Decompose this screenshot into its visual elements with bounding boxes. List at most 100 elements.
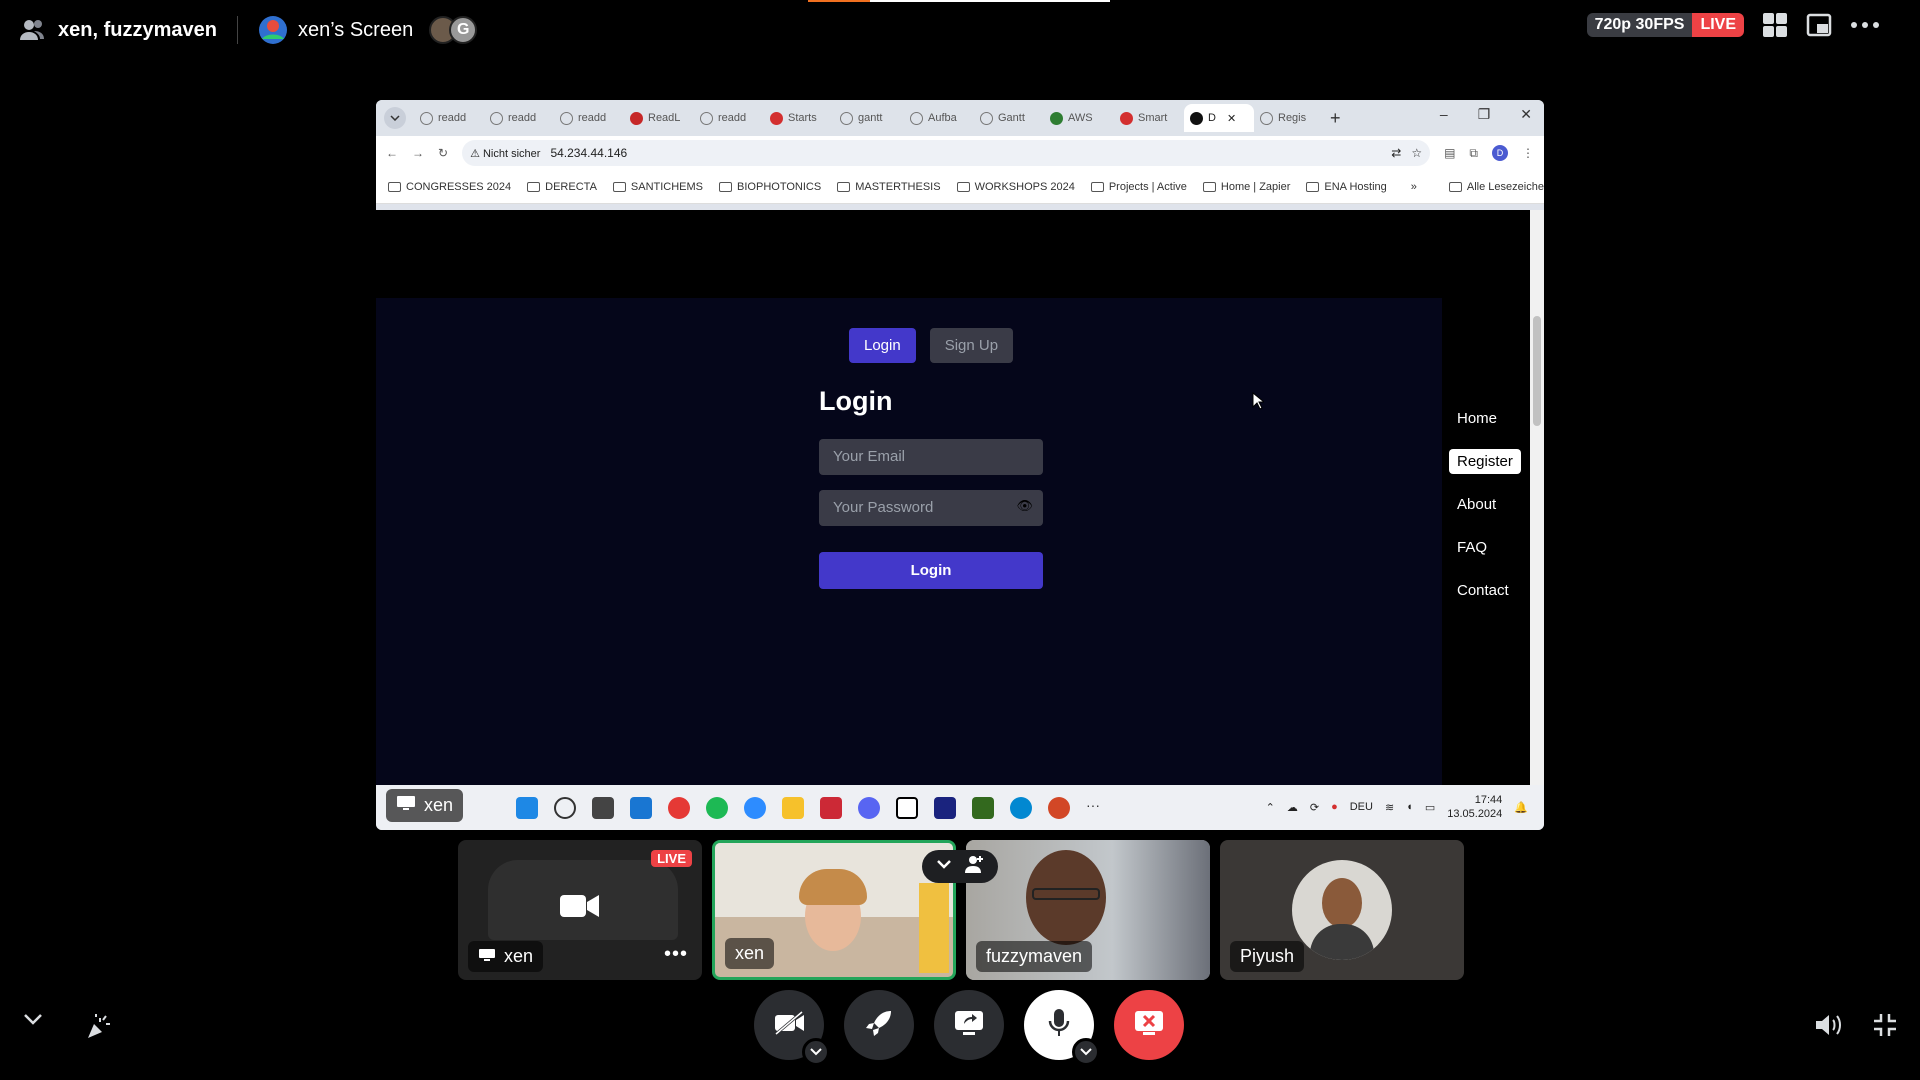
all-bookmarks[interactable]: Alle Lesezeichen	[1448, 181, 1544, 193]
browser-tab[interactable]: gantt	[834, 104, 904, 132]
zotero-icon[interactable]	[820, 797, 842, 819]
exit-fullscreen-icon[interactable]	[1872, 1012, 1898, 1043]
forward-icon[interactable]: →	[412, 146, 424, 160]
translate-icon[interactable]: ⇄	[1391, 146, 1401, 160]
nav-link-faq[interactable]: FAQ	[1449, 535, 1521, 560]
browser-tab[interactable]: readd	[554, 104, 624, 132]
notion-icon[interactable]	[896, 797, 918, 819]
camera-options-caret[interactable]	[802, 1038, 830, 1066]
url-field[interactable]: ⚠ Nicht sicher 54.234.44.146 ⇄ ☆	[462, 140, 1431, 166]
bookmark-star-icon[interactable]: ☆	[1411, 146, 1422, 160]
microphone-button[interactable]	[1024, 990, 1100, 1066]
popout-icon[interactable]	[1806, 12, 1832, 38]
bookmark-item[interactable]: MASTERTHESIS	[837, 181, 941, 193]
browser-menu-icon[interactable]: ⋮	[1522, 146, 1534, 160]
powerpoint-icon[interactable]	[1048, 797, 1070, 819]
mail-icon[interactable]	[630, 797, 652, 819]
restore-icon[interactable]: ❐	[1478, 106, 1491, 123]
collapse-chevron-icon[interactable]	[22, 1012, 44, 1045]
bookmark-item[interactable]: ENA Hosting	[1306, 181, 1387, 193]
participant-tile-stream[interactable]: LIVE xen •••	[458, 840, 702, 980]
chrome-icon[interactable]	[668, 797, 690, 819]
screen-share-button[interactable]	[934, 990, 1004, 1060]
activities-button[interactable]	[844, 990, 914, 1060]
browser-tab[interactable]: ReadL	[624, 104, 694, 132]
windows-start-icon[interactable]	[516, 797, 538, 819]
close-tab-icon[interactable]: ✕	[1227, 112, 1236, 125]
participant-tile-fuzzymaven[interactable]: fuzzymaven	[966, 840, 1210, 980]
file-explorer-icon[interactable]	[782, 797, 804, 819]
bookmark-item[interactable]: BIOPHOTONICS	[719, 181, 821, 193]
spotify-icon[interactable]	[706, 797, 728, 819]
participants-icon[interactable]	[960, 854, 990, 879]
browser-tab[interactable]: readd	[694, 104, 764, 132]
close-window-icon[interactable]: ✕	[1520, 106, 1532, 123]
volume-icon[interactable]	[1814, 1012, 1842, 1043]
participant-tile-xen[interactable]: xen	[712, 840, 956, 980]
show-password-eye-icon[interactable]: 👁	[1016, 498, 1033, 514]
search-icon[interactable]	[554, 797, 576, 819]
collapse-chevron-icon[interactable]	[930, 854, 958, 879]
browser-tab[interactable]: Gantt	[974, 104, 1044, 132]
app-icon[interactable]	[972, 797, 994, 819]
language-indicator[interactable]: DEU	[1350, 801, 1373, 813]
bookmark-item[interactable]: WORKSHOPS 2024	[956, 181, 1075, 193]
minimize-icon[interactable]: –	[1440, 106, 1448, 123]
browser-tab[interactable]: readd	[484, 104, 554, 132]
nav-link-about[interactable]: About	[1449, 492, 1521, 517]
login-submit-button[interactable]: Login	[819, 552, 1043, 589]
volume-tray-icon[interactable]: ◖	[1406, 801, 1413, 813]
discord-icon[interactable]	[858, 797, 880, 819]
browser-tab[interactable]: D ✕	[1184, 104, 1254, 132]
email-field[interactable]: Your Email	[819, 439, 1043, 475]
password-field[interactable]: Your Password 👁	[819, 490, 1043, 526]
bookmark-item[interactable]: Projects | Active	[1090, 181, 1187, 193]
more-apps-icon[interactable]: ···	[1086, 797, 1108, 819]
disconnect-button[interactable]	[1114, 990, 1184, 1060]
signup-tab-button[interactable]: Sign Up	[929, 328, 1014, 363]
tile-more-icon[interactable]: •••	[664, 943, 688, 966]
battery-icon[interactable]: ▭	[1425, 801, 1435, 814]
notification-bell-icon[interactable]: 🔔	[1514, 801, 1528, 814]
app-icon[interactable]	[934, 797, 956, 819]
bookmark-item[interactable]: DERECTA	[527, 181, 597, 193]
onedrive-icon[interactable]	[1010, 797, 1032, 819]
wifi-icon[interactable]: ≋	[1385, 801, 1394, 814]
browser-tab[interactable]: Regis	[1254, 104, 1324, 132]
microphone-options-caret[interactable]	[1072, 1038, 1100, 1066]
cloud-icon[interactable]: ☁	[1287, 801, 1298, 814]
task-view-icon[interactable]	[592, 797, 614, 819]
profile-avatar[interactable]: D	[1492, 145, 1508, 161]
microphone-tray-icon[interactable]: ●	[1331, 801, 1338, 813]
bookmark-item[interactable]: SANTICHEMS	[612, 181, 703, 193]
participant-avatar[interactable]: G	[449, 16, 478, 44]
extensions-icon[interactable]: ⧉	[1469, 146, 1478, 161]
grid-layout-icon[interactable]	[1762, 12, 1788, 38]
back-icon[interactable]: ←	[386, 146, 398, 160]
reload-icon[interactable]: ↻	[438, 146, 448, 160]
system-clock[interactable]: 17:44 13.05.2024	[1447, 793, 1502, 821]
page-scrollbar[interactable]	[1530, 210, 1544, 785]
tray-overflow-icon[interactable]: ⌃	[1266, 801, 1275, 814]
sync-icon[interactable]: ⟳	[1310, 801, 1319, 814]
reading-list-icon[interactable]: ▤	[1444, 146, 1455, 160]
nav-link-home[interactable]: Home	[1449, 406, 1521, 431]
security-warning[interactable]: ⚠ Nicht sicher	[470, 147, 540, 160]
login-tab-button[interactable]: Login	[849, 328, 916, 363]
bookmark-item[interactable]: Home | Zapier	[1202, 181, 1290, 193]
browser-tab[interactable]: AWS	[1044, 104, 1114, 132]
bookmark-item[interactable]: CONGRESSES 2024	[388, 181, 511, 193]
bookmarks-overflow-icon[interactable]: »	[1411, 181, 1417, 193]
soundboard-icon[interactable]	[84, 1012, 114, 1045]
tab-search-icon[interactable]	[384, 107, 406, 129]
nav-link-contact[interactable]: Contact	[1449, 578, 1521, 603]
camera-toggle-button[interactable]	[754, 990, 830, 1066]
participant-tile-piyush[interactable]: Piyush	[1220, 840, 1464, 980]
nav-link-register[interactable]: Register	[1449, 449, 1521, 474]
browser-tab[interactable]: Starts	[764, 104, 834, 132]
browser-tab[interactable]: Aufba	[904, 104, 974, 132]
browser-tab[interactable]: readd	[414, 104, 484, 132]
zoom-icon[interactable]	[744, 797, 766, 819]
new-tab-button[interactable]: +	[1330, 108, 1341, 129]
more-options-icon[interactable]	[1850, 21, 1880, 29]
